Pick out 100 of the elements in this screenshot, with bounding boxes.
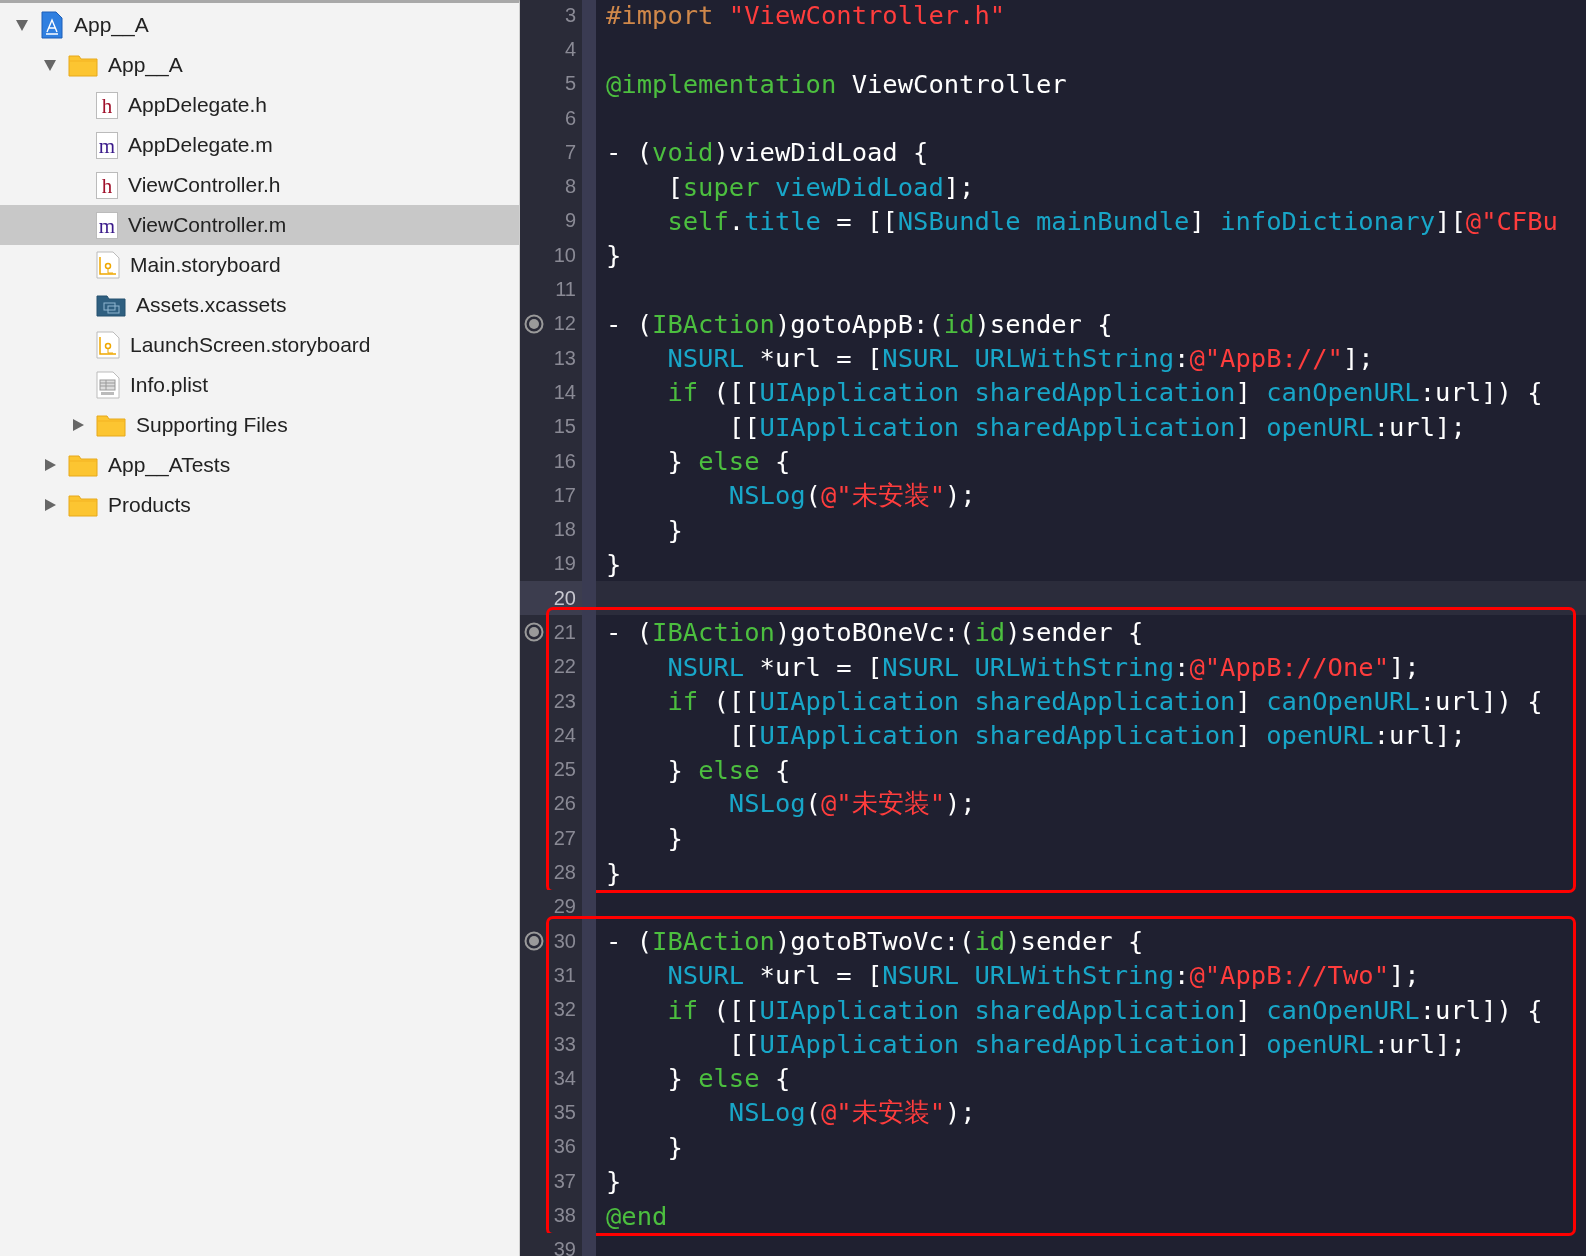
line-number: 29 — [553, 895, 576, 919]
connection-circle-icon[interactable] — [524, 931, 544, 951]
navigator-item[interactable]: App__A — [0, 5, 519, 45]
code-line: [super viewDidLoad]; — [666, 171, 975, 202]
disclosure-triangle-icon[interactable] — [70, 417, 86, 433]
line-number: 19 — [553, 552, 576, 576]
line-number: 36 — [553, 1135, 576, 1159]
line-number: 7 — [564, 140, 576, 164]
line-number: 5 — [564, 72, 576, 96]
line-number: 32 — [553, 998, 576, 1022]
line-number: 17 — [553, 483, 576, 507]
connection-circle-icon[interactable] — [524, 622, 544, 643]
navigator-item[interactable]: Main.storyboard — [0, 245, 519, 285]
code-line: } — [605, 240, 622, 271]
line-number: 21 — [553, 621, 576, 644]
code-line: [[UIApplication sharedApplication] openURL:url]; — [727, 1029, 1466, 1060]
line-number: 6 — [564, 106, 576, 130]
navigator-item[interactable]: h ViewController.h — [0, 165, 519, 205]
code-line: if ([[UIApplication sharedApplication] canOpenURL:url]) { — [666, 377, 1543, 408]
line-number: 31 — [553, 963, 576, 987]
code-line: @end — [605, 1200, 668, 1231]
code-line: NSLog(@"未安装"); — [727, 787, 976, 821]
code-line: - (IBAction)gotoBTwoVc:(id)sender { — [605, 926, 1144, 957]
line-number: 10 — [553, 243, 576, 267]
line-number: 20 — [553, 586, 576, 610]
line-number: 9 — [564, 209, 576, 233]
code-line: - (void)viewDidLoad { — [605, 137, 929, 168]
line-number: 37 — [553, 1169, 576, 1193]
code-line: } else { — [666, 446, 791, 476]
code-line: } — [605, 1166, 622, 1197]
code-line: } — [666, 1131, 683, 1162]
connection-circle-icon[interactable] — [524, 313, 544, 334]
code-line: - (IBAction)gotoAppB:(id)sender { — [605, 308, 1113, 339]
code-line: [[UIApplication sharedApplication] openURL:url]; — [727, 720, 1466, 751]
line-number: 18 — [553, 518, 576, 542]
navigator-item[interactable]: Assets.xcassets — [0, 285, 519, 325]
disclosure-triangle-icon[interactable] — [42, 57, 58, 73]
change-bar — [582, 0, 596, 33]
line-number: 15 — [553, 415, 576, 439]
code-line: } else { — [666, 754, 791, 785]
navigator-item[interactable]: App__A — [0, 45, 519, 85]
line-number: 14 — [553, 380, 576, 404]
code-line: NSURL *url = [NSURL URLWithString:@"AppB://"]; — [666, 343, 1374, 374]
code-file-icon: h — [96, 91, 118, 119]
project-file-icon — [40, 11, 64, 39]
line-number: 39 — [553, 1238, 576, 1256]
code-file-icon: h — [96, 171, 118, 199]
code-line: self.title = [[NSBundle mainBundle] infoDictionary][@"CFBu — [666, 205, 1558, 236]
line-number: 24 — [553, 723, 576, 747]
code-line: @implementation ViewController — [605, 68, 1067, 99]
navigator-item[interactable]: m ViewController.m — [0, 205, 519, 245]
code-line: NSLog(@"未安装"); — [727, 1096, 976, 1130]
code-line: } else { — [666, 1063, 791, 1094]
line-number: 3 — [564, 3, 576, 27]
code-line: } — [605, 548, 622, 579]
storyboard-file-icon — [96, 251, 120, 279]
line-number: 30 — [553, 929, 576, 953]
code-line: NSURL *url = [NSURL URLWithString:@"AppB://Two"]; — [666, 960, 1420, 991]
navigator-item[interactable]: App__ATests — [0, 445, 519, 485]
navigator-item[interactable]: Supporting Files — [0, 405, 519, 445]
line-number: 4 — [564, 37, 576, 61]
line-number: 11 — [555, 278, 576, 301]
line-number: 25 — [553, 758, 576, 782]
folder-icon — [68, 453, 98, 477]
line-number: 27 — [553, 826, 576, 850]
asset-folder-icon — [96, 293, 126, 317]
code-line: if ([[UIApplication sharedApplication] canOpenURL:url]) { — [666, 686, 1543, 717]
code-line: } — [666, 823, 683, 854]
navigator-item[interactable]: Info.plist — [0, 365, 519, 405]
line-number: 26 — [553, 792, 576, 816]
code-line: - (IBAction)gotoBOneVc:(id)sender { — [605, 617, 1144, 648]
code-line: #import "ViewController.h" — [605, 0, 1006, 31]
plist-file-icon — [96, 371, 120, 399]
line-number: 38 — [553, 1204, 576, 1228]
navigator-item[interactable]: m AppDelegate.m — [0, 125, 519, 165]
navigator-item[interactable]: LaunchScreen.storyboard — [0, 325, 519, 365]
code-line: NSLog(@"未安装"); — [727, 478, 976, 512]
folder-icon — [68, 493, 98, 517]
code-line: if ([[UIApplication sharedApplication] canOpenURL:url]) { — [666, 994, 1543, 1025]
disclosure-triangle-icon[interactable] — [14, 17, 30, 33]
navigator-item[interactable]: Products — [0, 485, 519, 525]
code-line: } — [666, 514, 683, 545]
code-file-icon: m — [96, 131, 118, 159]
line-number: 16 — [553, 449, 576, 473]
code-line: [[UIApplication sharedApplication] openURL:url]; — [727, 411, 1466, 442]
disclosure-triangle-icon[interactable] — [42, 457, 58, 473]
folder-icon — [68, 53, 98, 77]
storyboard-file-icon — [96, 331, 120, 359]
code-line: } — [605, 857, 622, 888]
line-number: 8 — [564, 175, 576, 199]
code-file-icon: m — [96, 211, 118, 239]
navigator-item[interactable]: h AppDelegate.h — [0, 85, 519, 125]
code-line: NSURL *url = [NSURL URLWithString:@"AppB://One"]; — [666, 651, 1420, 682]
line-number: 35 — [553, 1101, 576, 1125]
line-number: 22 — [553, 655, 576, 679]
disclosure-triangle-icon[interactable] — [42, 497, 58, 513]
line-number: 28 — [553, 861, 576, 885]
line-number: 34 — [553, 1066, 576, 1090]
line-number: 13 — [553, 346, 576, 370]
line-number: 12 — [553, 312, 576, 336]
